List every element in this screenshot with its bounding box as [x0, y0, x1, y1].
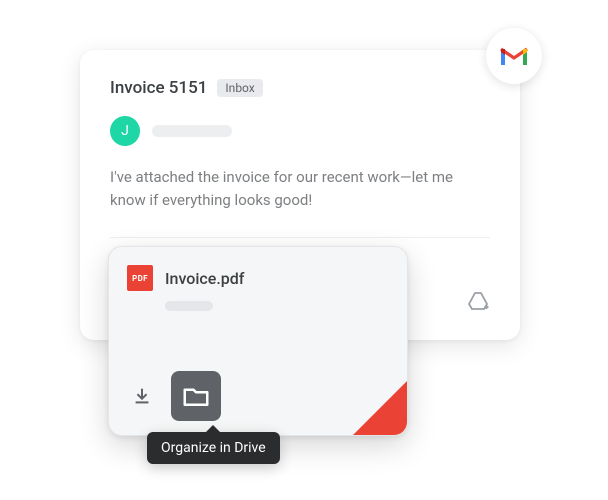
email-subject: Invoice 5151	[110, 78, 207, 98]
gmail-badge	[486, 28, 542, 84]
page-corner-fold	[353, 381, 407, 435]
attachment-filename: Invoice.pdf	[165, 269, 244, 288]
download-icon	[131, 385, 153, 407]
attachment-meta-placeholder	[165, 301, 213, 311]
folder-icon	[181, 381, 211, 411]
divider	[110, 237, 490, 238]
inbox-label-chip[interactable]: Inbox	[217, 79, 262, 97]
attachment-header: PDF Invoice.pdf	[127, 265, 389, 291]
tooltip-organize-in-drive: Organize in Drive	[147, 432, 280, 464]
sender-name-placeholder	[152, 125, 232, 137]
sender-row: J	[110, 116, 490, 146]
add-to-drive-icon[interactable]	[466, 290, 490, 318]
email-body-text: I've attached the invoice for our recent…	[110, 166, 490, 211]
sender-avatar[interactable]: J	[110, 116, 140, 146]
attachment-actions	[127, 371, 221, 421]
organize-in-drive-button[interactable]	[171, 371, 221, 421]
download-button[interactable]	[127, 381, 157, 411]
attachment-card[interactable]: PDF Invoice.pdf	[108, 246, 408, 436]
gmail-icon	[499, 45, 529, 67]
subject-row: Invoice 5151 Inbox	[110, 78, 490, 98]
pdf-icon: PDF	[127, 265, 153, 291]
